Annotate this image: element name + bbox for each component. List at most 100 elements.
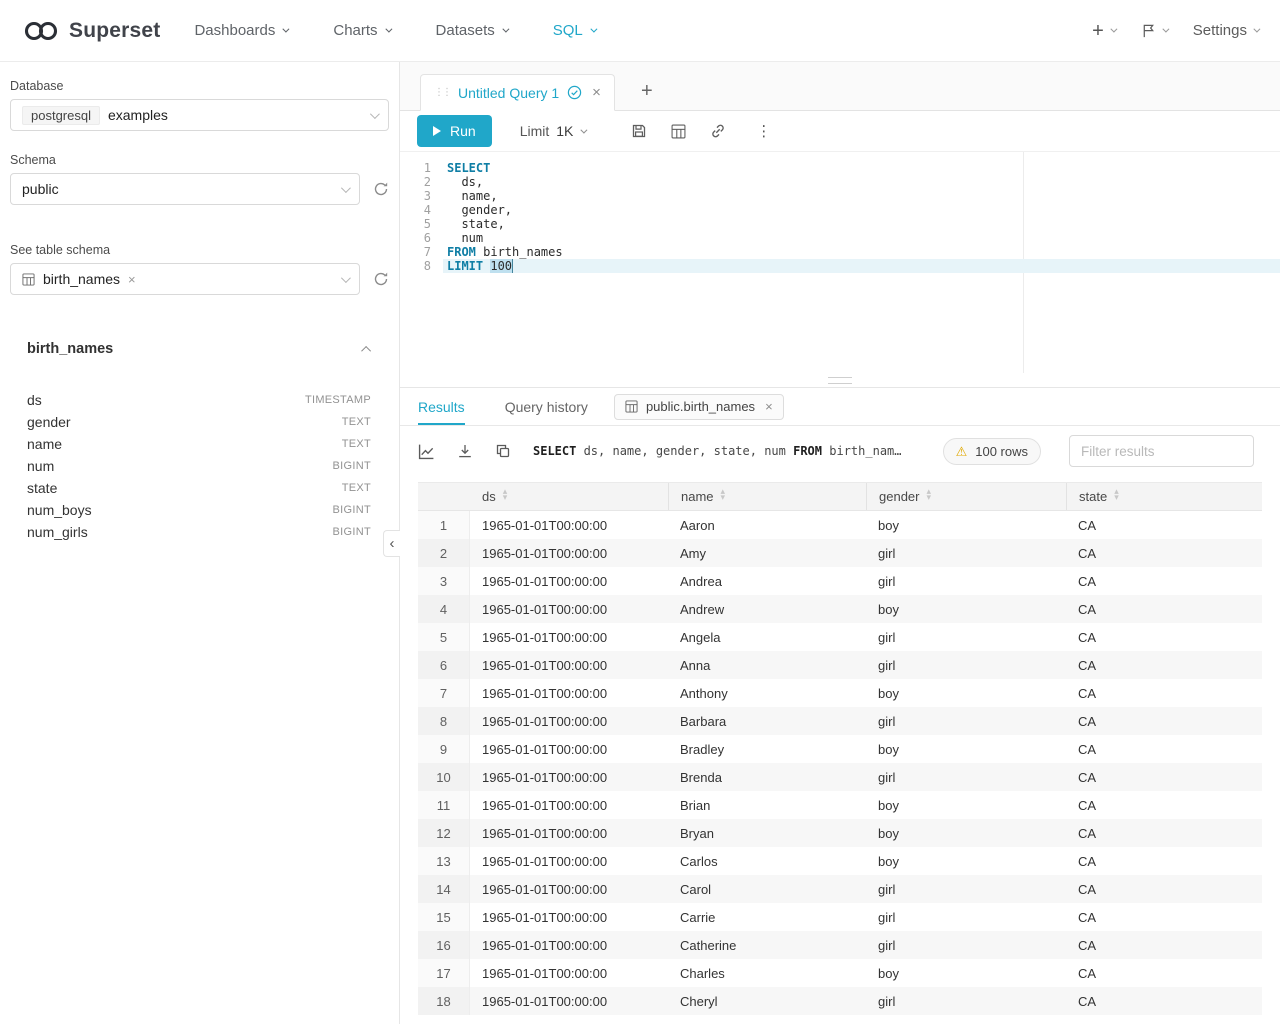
schema-select[interactable]: public: [10, 173, 360, 205]
code-text: num: [443, 231, 1280, 245]
chevron-down-icon: [581, 126, 588, 133]
cell-ds: 1965-01-01T00:00:00: [470, 819, 668, 847]
chevron-down-icon: [283, 26, 290, 33]
column-name: num: [27, 458, 54, 474]
cell-name: Andrew: [668, 595, 866, 623]
cell-ds: 1965-01-01T00:00:00: [470, 735, 668, 763]
table-value: birth_names: [43, 271, 120, 287]
line-number: 6: [400, 231, 443, 245]
superset-logo[interactable]: Superset: [22, 18, 160, 44]
cell-name: Anna: [668, 651, 866, 679]
row-number: 15: [418, 903, 470, 931]
row-number: 11: [418, 791, 470, 819]
cell-ds: 1965-01-01T00:00:00: [470, 847, 668, 875]
cell-gender: boy: [866, 791, 1066, 819]
table-panel-header[interactable]: birth_names: [27, 339, 371, 359]
create-chart-button[interactable]: [418, 443, 435, 460]
refresh-schemas-button[interactable]: [373, 181, 389, 197]
collapse-sidebar-button[interactable]: ‹: [383, 530, 400, 557]
code-text: gender,: [443, 203, 1280, 217]
table-preview-tab[interactable]: public.birth_names ×: [614, 394, 784, 420]
nav-item[interactable]: SQL: [553, 22, 595, 39]
column-header[interactable]: name ▴ ▾: [668, 483, 866, 510]
table-row: 6 1965-01-01T00:00:00 Anna girl CA: [418, 651, 1262, 679]
drag-grip-icon: ⋮⋮: [434, 87, 450, 98]
schema-value: public: [22, 181, 59, 197]
line-number: 4: [400, 203, 443, 217]
table-row: 15 1965-01-01T00:00:00 Carrie girl CA: [418, 903, 1262, 931]
executed-query-preview[interactable]: SELECT ds, name, gender, state, num FROM…: [533, 444, 902, 458]
sort-icon[interactable]: ▴ ▾: [926, 491, 931, 503]
cell-gender: boy: [866, 735, 1066, 763]
cell-gender: boy: [866, 847, 1066, 875]
refresh-tables-button[interactable]: [373, 271, 389, 287]
sort-icon[interactable]: ▴ ▾: [1114, 491, 1119, 503]
column-list: ds TIMESTAMP gender TEXT name TEXT num B…: [27, 389, 371, 543]
nav-item[interactable]: Dashboards: [194, 22, 287, 39]
sort-icon[interactable]: ▴ ▾: [503, 491, 508, 503]
save-query-button[interactable]: [631, 123, 647, 139]
cell-name: Carlos: [668, 847, 866, 875]
tab-results[interactable]: Results: [418, 388, 465, 425]
code-line: 8 LIMIT 100: [400, 259, 1280, 273]
column-header[interactable]: state ▴ ▾: [1066, 483, 1262, 510]
code-text: ds,: [443, 175, 1280, 189]
table-row: 9 1965-01-01T00:00:00 Bradley boy CA: [418, 735, 1262, 763]
column-header[interactable]: ds ▴ ▾: [470, 483, 668, 510]
query-tab[interactable]: ⋮⋮ Untitled Query 1 ×: [420, 74, 615, 111]
column-row: num BIGINT: [27, 455, 371, 477]
nav-item[interactable]: Datasets: [436, 22, 507, 39]
column-header[interactable]: gender ▴ ▾: [866, 483, 1066, 510]
column-type: BIGINT: [333, 526, 371, 538]
column-header-label: ds: [482, 489, 496, 504]
cell-gender: girl: [866, 931, 1066, 959]
column-name: name: [27, 436, 62, 452]
code-line: 2 ds,: [400, 175, 1280, 189]
settings-menu[interactable]: Settings: [1193, 22, 1258, 39]
limit-dropdown[interactable]: Limit 1K: [520, 123, 586, 139]
sort-icon[interactable]: ▴ ▾: [721, 491, 726, 503]
alerts-menu[interactable]: [1141, 23, 1167, 39]
link-icon: [710, 123, 726, 139]
refresh-icon: [373, 181, 389, 197]
render-parameters-button[interactable]: [671, 124, 686, 139]
results-table: ds ▴ ▾ name ▴ ▾ gender: [400, 476, 1280, 1024]
copy-to-clipboard-button[interactable]: [495, 443, 511, 459]
new-item-menu[interactable]: +: [1092, 21, 1115, 41]
filter-results-input[interactable]: [1069, 435, 1254, 467]
results-table-header: ds ▴ ▾ name ▴ ▾ gender: [418, 482, 1262, 511]
cell-state: CA: [1066, 623, 1262, 651]
cell-state: CA: [1066, 819, 1262, 847]
nav-item[interactable]: Charts: [333, 22, 389, 39]
chevron-down-icon: [502, 26, 509, 33]
database-select[interactable]: postgresql examples: [10, 99, 389, 131]
cell-name: Bradley: [668, 735, 866, 763]
close-icon[interactable]: ×: [128, 272, 136, 287]
copy-link-button[interactable]: [710, 123, 726, 139]
cell-ds: 1965-01-01T00:00:00: [470, 763, 668, 791]
results-toolbar: SELECT ds, name, gender, state, num FROM…: [400, 426, 1280, 476]
run-button[interactable]: Run: [417, 115, 492, 147]
cell-gender: boy: [866, 679, 1066, 707]
navbar-right: + Settings: [1092, 21, 1258, 41]
cell-ds: 1965-01-01T00:00:00: [470, 707, 668, 735]
sql-editor[interactable]: 1 SELECT 2 ds, 3 name, 4 gender, 5 state: [400, 151, 1280, 373]
close-icon[interactable]: ×: [592, 85, 601, 100]
code-text: SELECT: [443, 161, 1280, 175]
pane-resizer[interactable]: [400, 373, 1280, 387]
cell-gender: boy: [866, 959, 1066, 987]
column-type: TEXT: [342, 416, 371, 428]
chevron-down-icon: [385, 26, 392, 33]
sqllab-left-panel: Database postgresql examples Schema publ…: [0, 62, 400, 1024]
table-select[interactable]: birth_names ×: [10, 263, 360, 295]
cell-ds: 1965-01-01T00:00:00: [470, 959, 668, 987]
close-icon[interactable]: ×: [765, 400, 773, 413]
new-tab-button[interactable]: +: [641, 81, 653, 101]
column-name: ds: [27, 392, 42, 408]
nav-item-label: Datasets: [436, 22, 495, 39]
table-row: 5 1965-01-01T00:00:00 Angela girl CA: [418, 623, 1262, 651]
column-type: TEXT: [342, 438, 371, 450]
download-csv-button[interactable]: [457, 443, 473, 459]
tab-query-history[interactable]: Query history: [505, 388, 588, 425]
more-options-button[interactable]: ⋮: [756, 122, 771, 140]
